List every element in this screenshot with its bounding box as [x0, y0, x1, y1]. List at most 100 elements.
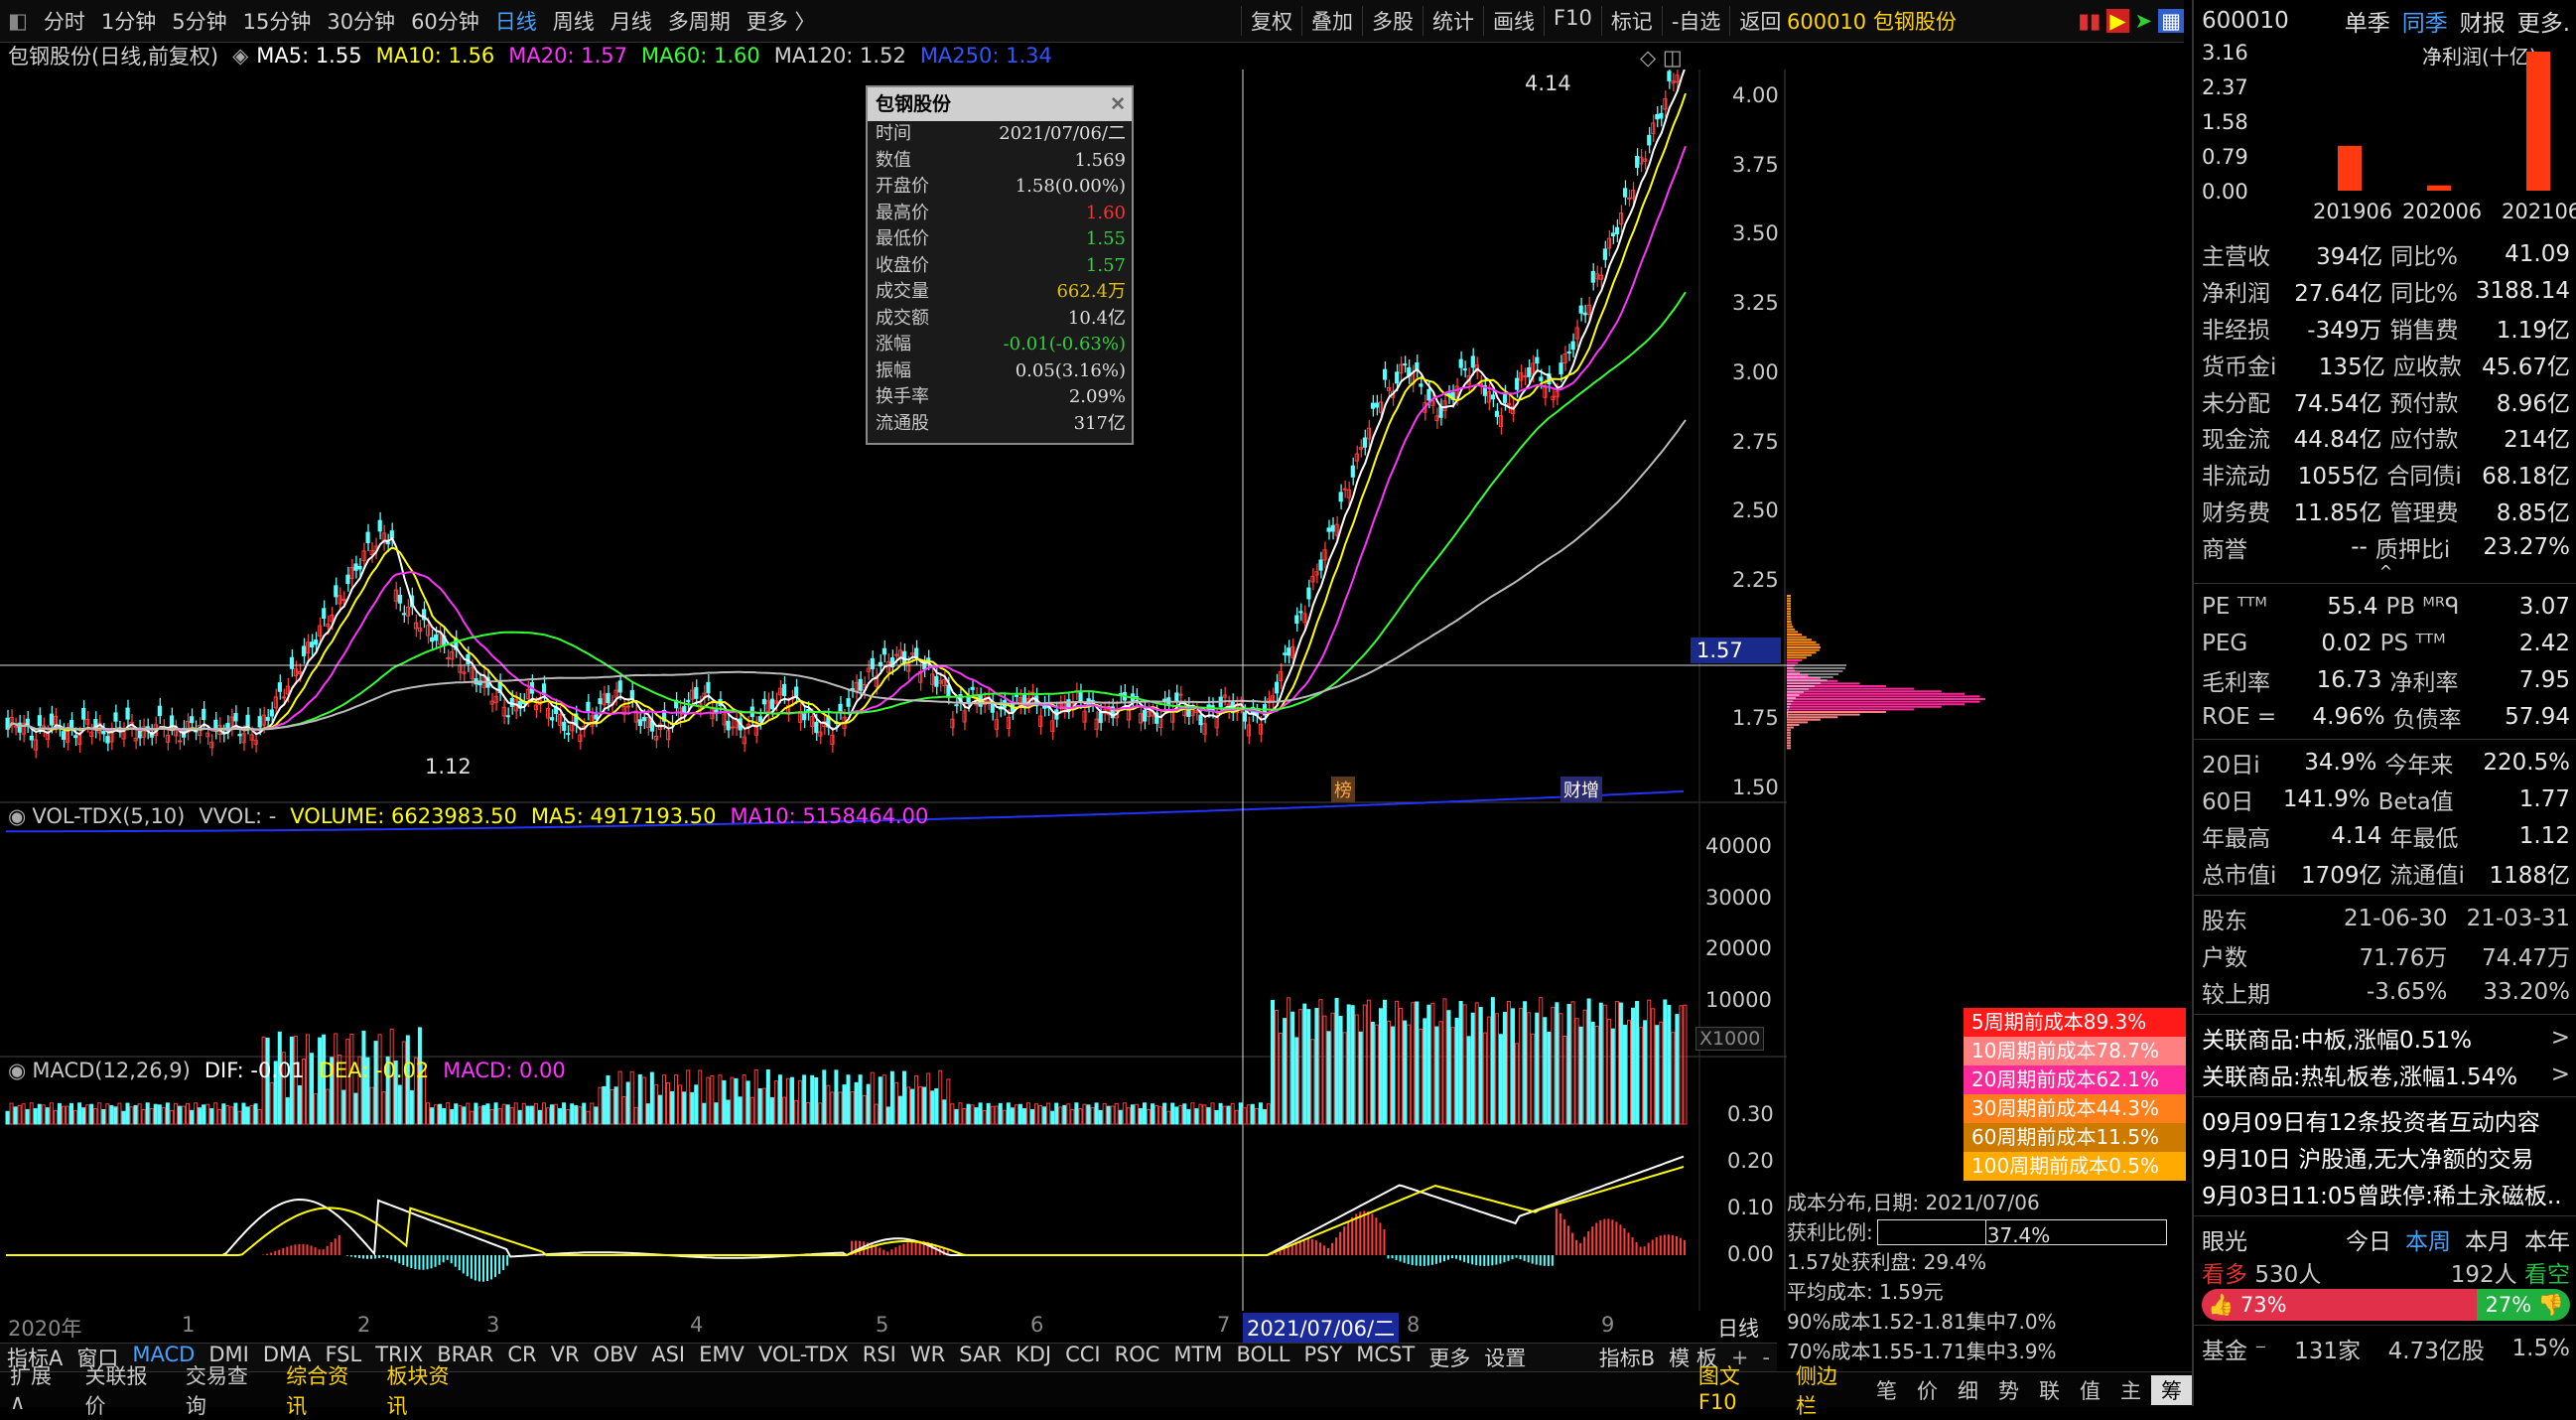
side-tab[interactable]: 价 [1907, 1375, 1948, 1405]
vol-toggle-icon[interactable]: ◉ [8, 804, 26, 828]
date-tick-label: 2 [357, 1313, 371, 1337]
indicator-tab[interactable]: SAR [952, 1343, 1009, 1372]
volume-bar [1426, 1004, 1431, 1125]
status-link[interactable]: 关联报价 [75, 1360, 176, 1420]
news-item[interactable]: 09月09日有12条投资者互动内容 [2194, 1101, 2576, 1138]
bull-pct: 73% [2239, 1293, 2287, 1318]
bar-chart-icon[interactable]: ▮▮ [2078, 9, 2101, 33]
period-tab[interactable]: 周线 [545, 6, 603, 36]
indicator-tab[interactable]: VOL-TDX [751, 1343, 856, 1372]
volume-bar [73, 1109, 78, 1125]
side-tab[interactable]: 势 [1988, 1375, 2029, 1405]
toolbar-action-button[interactable]: 返回 [1729, 6, 1790, 36]
volume-bar [777, 1074, 782, 1125]
period-tab[interactable]: 分时 [36, 6, 93, 36]
indicator-tab[interactable]: 更多 [1422, 1343, 1477, 1372]
indicator-tab[interactable]: EMV [692, 1343, 751, 1372]
chart-settings-icons[interactable]: ◇ ◫ [1640, 46, 1683, 70]
rp-tab[interactable]: 财报 [2460, 4, 2506, 38]
period-label[interactable]: 日线 [1717, 1313, 1759, 1343]
period-tab[interactable]: 15分钟 [235, 6, 320, 36]
tooltip-value: 317亿 [1073, 412, 1126, 434]
sentiment-period-tab[interactable]: 本周 [2405, 1222, 2451, 1256]
toolbar-action-button[interactable]: -自选 [1661, 6, 1730, 36]
chart-y-tick: 3.16 [2202, 42, 2248, 65]
related-item[interactable]: 关联商品:中板,涨幅0.51% > [2194, 1019, 2576, 1056]
info-cell: PE ᵀᵀᴹ [2202, 593, 2267, 620]
period-tab[interactable]: 多周期 [660, 6, 739, 36]
indicator-tab[interactable]: OBV [587, 1343, 645, 1372]
flag-icon[interactable]: ▶ [2106, 9, 2129, 33]
candle-body [1078, 691, 1083, 702]
toolbar-action-button[interactable]: F10 [1544, 6, 1601, 36]
toolbar-action-button[interactable]: 叠加 [1301, 6, 1362, 36]
period-tab[interactable]: 日线 [487, 6, 545, 36]
indicator-tab[interactable]: WR [903, 1343, 952, 1372]
arrow-icon[interactable]: ➤ [2135, 9, 2153, 33]
info-cell: 57.94 [2505, 703, 2571, 730]
side-tab[interactable]: 值 [2070, 1375, 2110, 1405]
side-tab[interactable]: 细 [1948, 1375, 1988, 1405]
indicator-tab[interactable]: RSI [856, 1343, 903, 1372]
toolbar-action-button[interactable]: 标记 [1600, 6, 1662, 36]
indicator-tab[interactable]: PSY [1296, 1343, 1349, 1372]
toolbar-action-button[interactable]: 统计 [1423, 6, 1483, 36]
rp-tab[interactable]: 更多. [2517, 4, 2570, 38]
grid-icon[interactable]: ▦ [2158, 9, 2184, 33]
bull-bar[interactable]: 👍 73% [2202, 1289, 2477, 1322]
indicator-tab[interactable]: MTM [1166, 1343, 1229, 1372]
event-tag-rank[interactable]: 榜 [1331, 777, 1355, 802]
event-tag-finance[interactable]: 财增 [1560, 777, 1602, 802]
toolbar-action-button[interactable]: 多股 [1362, 6, 1423, 36]
volume-bar [209, 1108, 214, 1125]
toolbar-action-button[interactable]: 画线 [1483, 6, 1544, 36]
period-tab[interactable]: 30分钟 [319, 6, 403, 36]
sentiment-period-tab[interactable]: 本月 [2465, 1222, 2510, 1256]
rp-tab[interactable]: 同季 [2402, 4, 2448, 38]
status-link[interactable]: 侧边栏 [1786, 1360, 1866, 1420]
menu-icon[interactable]: ◧ [0, 9, 36, 33]
news-item[interactable]: 9月10日 沪股通,无大净额的交易 [2194, 1138, 2576, 1175]
status-link[interactable]: 交易查询 [176, 1360, 276, 1420]
indicator-tab[interactable]: CR [500, 1343, 543, 1372]
indicator-tab[interactable]: CCI [1058, 1343, 1108, 1372]
side-tab[interactable]: 主 [2110, 1375, 2151, 1405]
status-link[interactable]: 扩展∧ [0, 1360, 75, 1420]
ma-toggle-icon[interactable]: ◈ [232, 44, 248, 68]
close-icon[interactable]: ✕ [1110, 87, 1126, 121]
toolbar-action-button[interactable]: 复权 [1241, 6, 1301, 36]
side-tab[interactable]: 筹 [2151, 1374, 2192, 1405]
period-tab[interactable]: 5分钟 [164, 6, 234, 36]
period-tab[interactable]: 月线 [603, 6, 660, 36]
volume-bar [1378, 1008, 1383, 1125]
bear-bar[interactable]: 27% 👎 [2476, 1289, 2570, 1322]
volume-bar [194, 1102, 199, 1125]
status-link[interactable]: 图文F10 [1689, 1360, 1786, 1420]
indicator-tab[interactable]: KDJ [1009, 1343, 1058, 1372]
stock-header: 600010 包钢股份 ▮▮ ▶ ➤ ▦ [1787, 0, 2192, 42]
period-tab[interactable]: 1分钟 [93, 6, 164, 36]
indicator-tab[interactable]: BOLL [1229, 1343, 1296, 1372]
rp-tab[interactable]: 单季 [2345, 4, 2390, 38]
candle-body [1362, 437, 1368, 448]
side-tab[interactable]: 联 [2029, 1375, 2070, 1405]
period-tab[interactable]: 更多 〉 [739, 6, 824, 36]
indicator-tab[interactable]: 指标B [1592, 1343, 1662, 1372]
news-item[interactable]: 9月03日11:05曾跌停:稀土永磁板.. [2194, 1175, 2576, 1211]
status-link[interactable]: 综合资讯 [276, 1360, 376, 1420]
macd-toggle-icon[interactable]: ◉ [8, 1059, 26, 1082]
side-tab[interactable]: 笔 [1866, 1375, 1907, 1405]
indicator-tab[interactable]: 设置 [1477, 1343, 1533, 1372]
indicator-tab[interactable]: ROC [1108, 1343, 1167, 1372]
sentiment-period-tab[interactable]: 本年 [2524, 1222, 2570, 1256]
related-item[interactable]: 关联商品:热轧板卷,涨幅1.54% > [2194, 1056, 2576, 1092]
holder-cell: 户数 [2202, 944, 2247, 971]
indicator-tab[interactable]: MCST [1349, 1343, 1422, 1372]
status-link[interactable]: 板块资讯 [377, 1360, 477, 1420]
info-cell: 今年来 [2384, 752, 2454, 779]
indicator-tab[interactable]: ASI [644, 1343, 692, 1372]
indicator-tab[interactable]: VR [544, 1343, 587, 1372]
expand-icon[interactable]: ^ [2194, 564, 2576, 580]
period-tab[interactable]: 60分钟 [403, 6, 487, 36]
sentiment-period-tab[interactable]: 今日 [2346, 1222, 2391, 1256]
